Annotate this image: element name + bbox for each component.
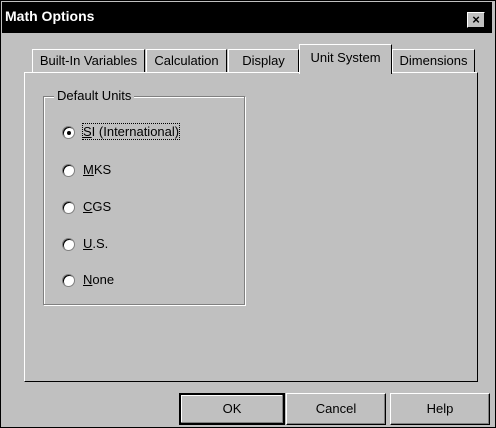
dialog-title: Math Options [5,8,95,24]
tab-calculation[interactable]: Calculation [146,49,227,72]
ok-button[interactable]: OK [179,393,285,425]
radio-label-none: None [83,272,115,287]
math-options-dialog: Math Options × Built-In Variables Calcul… [0,0,496,428]
radio-label-si: SI (International) [81,123,181,140]
radio-unselected-icon [62,274,75,287]
radio-label-us: U.S. [83,236,109,251]
tab-dimensions[interactable]: Dimensions [392,49,475,72]
radio-unselected-icon [62,201,75,214]
unit-system-panel: Default Units SI (International) MKS CGS… [24,72,478,382]
default-units-label: Default Units [54,88,135,103]
radio-label-mks: MKS [83,162,112,177]
tab-unit-system[interactable]: Unit System [299,44,392,74]
radio-label-cgs: CGS [83,199,112,214]
radio-unselected-icon [62,238,75,251]
radio-selected-icon [62,126,75,139]
title-bar[interactable]: Math Options × [2,2,492,33]
close-icon[interactable]: × [467,12,485,28]
tab-display[interactable]: Display [228,49,299,72]
radio-dot [67,131,71,135]
tab-built-in-variables[interactable]: Built-In Variables [32,49,145,72]
help-button[interactable]: Help [390,393,490,425]
cancel-button[interactable]: Cancel [286,393,386,425]
default-units-group: Default Units SI (International) MKS CGS… [43,88,245,305]
radio-unselected-icon [62,164,75,177]
